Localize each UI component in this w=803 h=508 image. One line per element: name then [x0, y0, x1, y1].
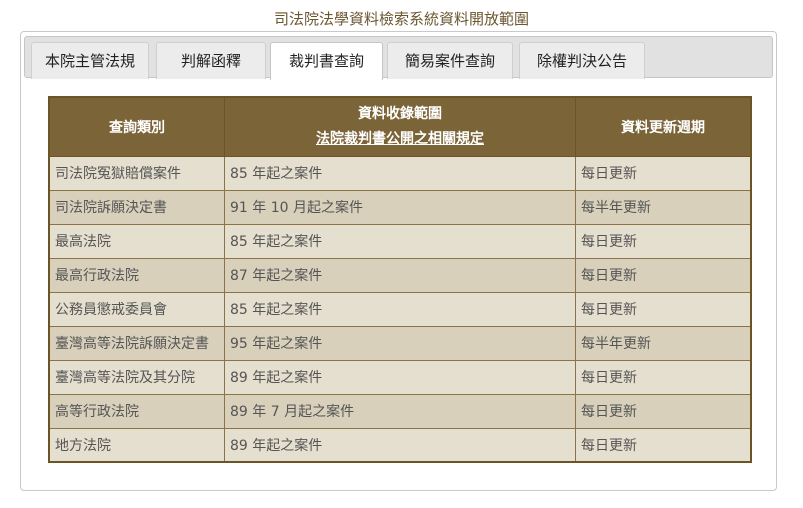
cell-update-cycle: 每日更新: [575, 155, 752, 191]
page-title: 司法院法學資料檢索系統資料開放範圍: [273, 10, 529, 28]
table-row: 司法院冤獄賠償案件 85 年起之案件 每日更新: [48, 155, 752, 191]
content-panel: 本院主管法規 判解函釋 裁判書查詢 簡易案件查詢 除權判決公告 查詢類別 資料收…: [20, 31, 777, 491]
cell-range: 85 年起之案件: [224, 155, 576, 191]
cell-range: 87 年起之案件: [224, 257, 576, 293]
header-range-label: 資料收錄範圍: [358, 105, 442, 122]
cell-update-cycle: 每日更新: [575, 359, 752, 395]
cell-update-cycle: 每日更新: [575, 291, 752, 327]
table-row: 公務員懲戒委員會 85 年起之案件 每日更新: [48, 291, 752, 327]
cell-range: 89 年起之案件: [224, 427, 576, 463]
cell-category: 高等行政法院: [48, 393, 225, 429]
tab-judgment-search[interactable]: 裁判書查詢: [270, 42, 383, 80]
table-row: 最高行政法院 87 年起之案件 每日更新: [48, 257, 752, 293]
cell-category: 臺灣高等法院及其分院: [48, 359, 225, 395]
tab-bar: 本院主管法規 判解函釋 裁判書查詢 簡易案件查詢 除權判決公告: [24, 36, 773, 80]
cell-category: 地方法院: [48, 427, 225, 463]
tab-interpretations[interactable]: 判解函釋: [156, 42, 266, 79]
cell-category: 司法院訴願決定書: [48, 189, 225, 225]
cell-range: 85 年起之案件: [224, 223, 576, 259]
cell-update-cycle: 每日更新: [575, 427, 752, 463]
cell-range: 85 年起之案件: [224, 291, 576, 327]
cell-update-cycle: 每日更新: [575, 393, 752, 429]
coverage-table: 查詢類別 資料收錄範圍 法院裁判書公開之相關規定 資料更新週期 司法院冤獄賠償案…: [48, 96, 752, 463]
tab-summary-case-search[interactable]: 簡易案件查詢: [387, 42, 513, 79]
tab-exclusion-judgment-notice[interactable]: 除權判決公告: [519, 42, 645, 79]
cell-category: 最高法院: [48, 223, 225, 259]
cell-range: 89 年 7 月起之案件: [224, 393, 576, 429]
cell-update-cycle: 每半年更新: [575, 189, 752, 225]
header-category: 查詢類別: [48, 96, 225, 157]
cell-range: 95 年起之案件: [224, 325, 576, 361]
regulations-link[interactable]: 法院裁判書公開之相關規定: [316, 131, 484, 147]
cell-category: 司法院冤獄賠償案件: [48, 155, 225, 191]
cell-range: 89 年起之案件: [224, 359, 576, 395]
cell-update-cycle: 每日更新: [575, 223, 752, 259]
cell-update-cycle: 每半年更新: [575, 325, 752, 361]
cell-category: 公務員懲戒委員會: [48, 291, 225, 327]
cell-category: 最高行政法院: [48, 257, 225, 293]
header-update-cycle: 資料更新週期: [575, 96, 752, 157]
table-row: 最高法院 85 年起之案件 每日更新: [48, 223, 752, 259]
table-row: 司法院訴願決定書 91 年 10 月起之案件 每半年更新: [48, 189, 752, 225]
cell-update-cycle: 每日更新: [575, 257, 752, 293]
tab-regulations[interactable]: 本院主管法規: [31, 42, 149, 79]
table-row: 高等行政法院 89 年 7 月起之案件 每日更新: [48, 393, 752, 429]
cell-category: 臺灣高等法院訴願決定書: [48, 325, 225, 361]
table-body: 司法院冤獄賠償案件 85 年起之案件 每日更新 司法院訴願決定書 91 年 10…: [48, 155, 752, 463]
table-row: 地方法院 89 年起之案件 每日更新: [48, 427, 752, 463]
header-range: 資料收錄範圍 法院裁判書公開之相關規定: [224, 96, 576, 157]
table-row: 臺灣高等法院及其分院 89 年起之案件 每日更新: [48, 359, 752, 395]
cell-range: 91 年 10 月起之案件: [224, 189, 576, 225]
table-row: 臺灣高等法院訴願決定書 95 年起之案件 每半年更新: [48, 325, 752, 361]
